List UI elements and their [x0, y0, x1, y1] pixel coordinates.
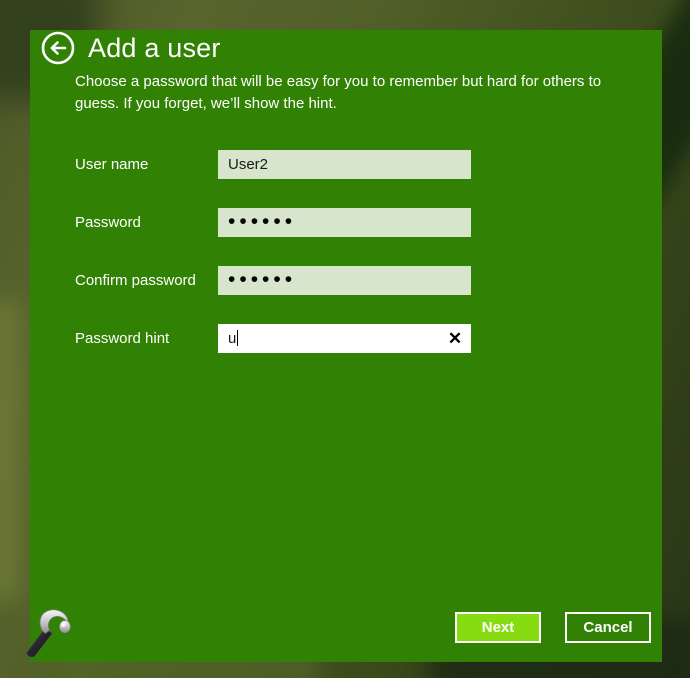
password-row: Password •••••• — [75, 208, 471, 237]
password-hint-row: Password hint u ✕ — [75, 324, 471, 353]
hammer-icon — [15, 599, 77, 661]
password-label: Password — [75, 214, 218, 231]
back-button[interactable] — [41, 31, 75, 65]
confirm-password-value: •••••• — [218, 266, 471, 295]
password-instructions: Choose a password that will be easy for … — [75, 71, 635, 115]
background-blur-light-left — [0, 300, 20, 600]
password-value: •••••• — [218, 208, 471, 237]
password-hint-label: Password hint — [75, 330, 218, 347]
back-icon — [41, 31, 75, 65]
add-user-form: User name User2 Password •••••• Confirm … — [75, 150, 471, 382]
cancel-button[interactable]: Cancel — [565, 612, 651, 643]
clear-icon[interactable]: ✕ — [443, 324, 467, 353]
add-user-dialog: Add a user Choose a password that will b… — [30, 30, 662, 662]
next-button[interactable]: Next — [455, 612, 541, 643]
confirm-password-label: Confirm password — [75, 272, 218, 289]
username-label: User name — [75, 156, 218, 173]
desktop-background: Add a user Choose a password that will b… — [0, 0, 690, 678]
dialog-footer: Next Cancel — [455, 612, 651, 643]
username-row: User name User2 — [75, 150, 471, 179]
username-input[interactable]: User2 — [218, 150, 471, 179]
page-title: Add a user — [88, 33, 221, 64]
text-caret — [237, 330, 238, 346]
confirm-password-row: Confirm password •••••• — [75, 266, 471, 295]
password-input[interactable]: •••••• — [218, 208, 471, 237]
password-hint-input[interactable]: u ✕ — [218, 324, 471, 353]
password-hint-value: u — [218, 324, 471, 353]
username-value: User2 — [218, 150, 471, 179]
dialog-header: Add a user — [41, 31, 221, 65]
confirm-password-input[interactable]: •••••• — [218, 266, 471, 295]
